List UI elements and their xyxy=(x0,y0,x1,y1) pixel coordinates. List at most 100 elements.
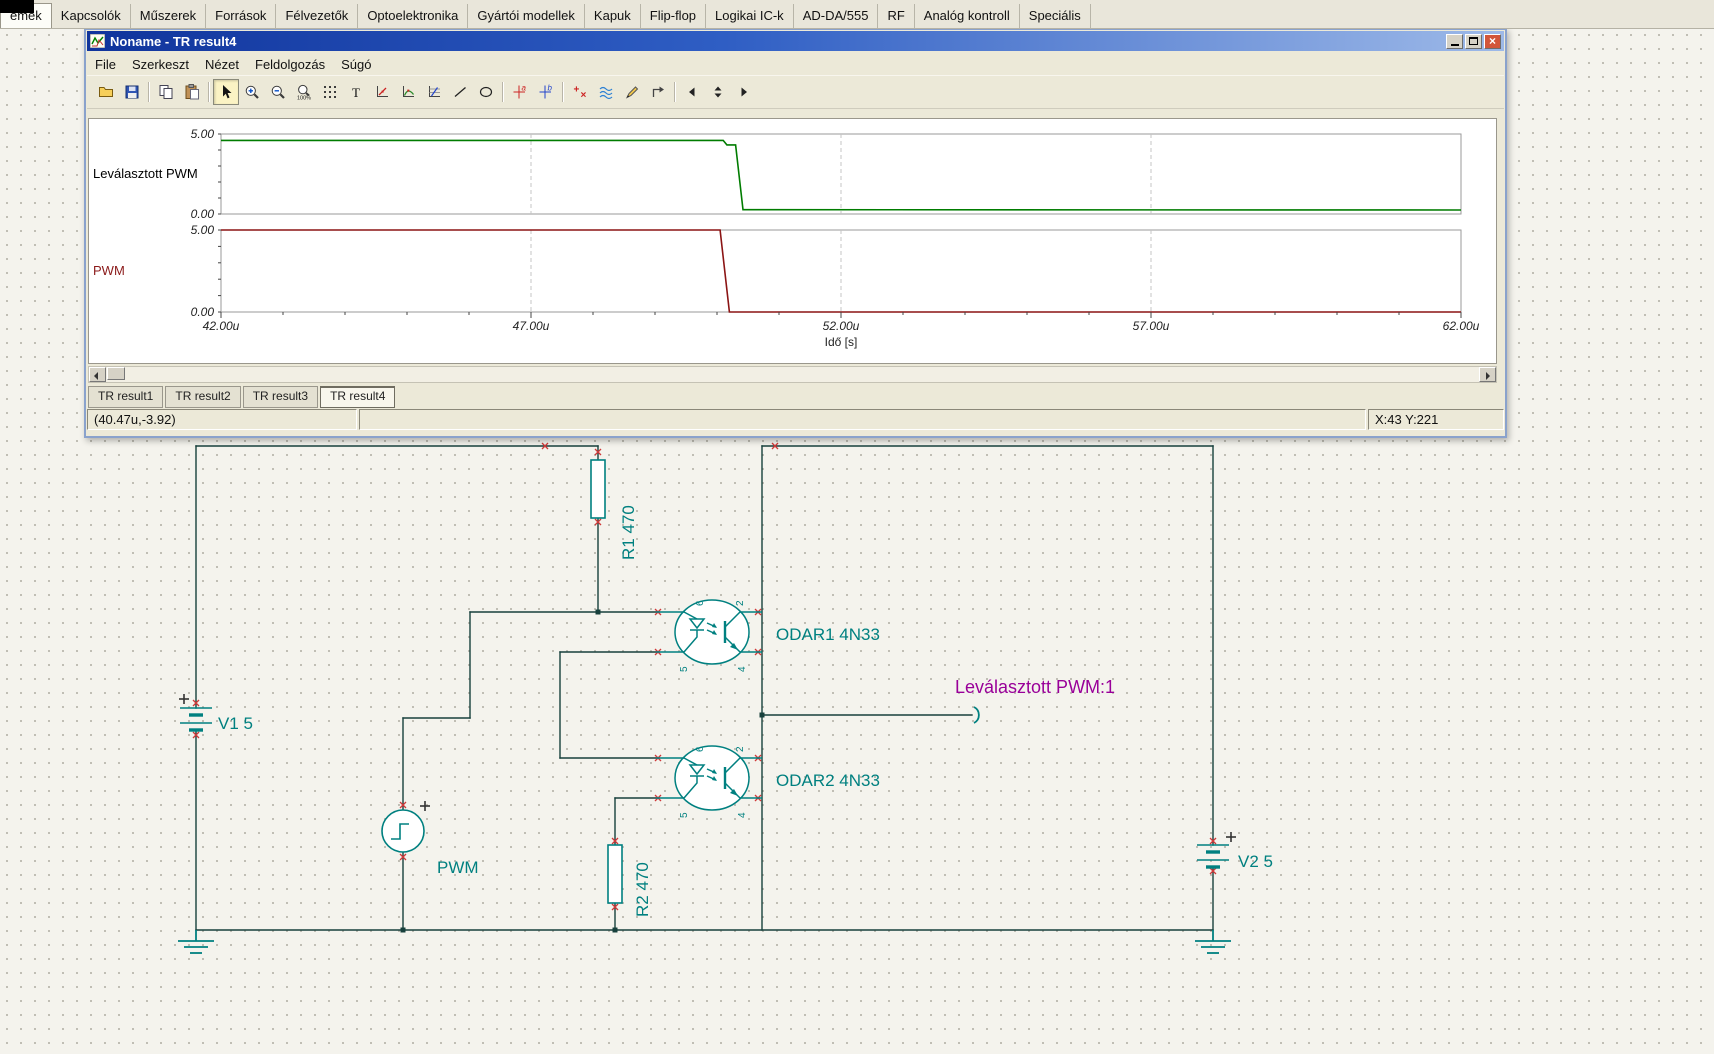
line-tool-button[interactable] xyxy=(447,79,473,105)
label-odar1[interactable]: ODAR1 4N33 xyxy=(776,625,880,644)
axis-tool-c-button[interactable] xyxy=(421,79,447,105)
component-r1[interactable] xyxy=(590,459,606,519)
spinner-icon xyxy=(714,86,722,98)
label-r2[interactable]: R2 470 xyxy=(633,862,652,917)
toolbar-separator xyxy=(671,80,679,104)
component-v2[interactable] xyxy=(1197,844,1229,869)
category-tab-kapcsolok[interactable]: Kapcsolók xyxy=(51,4,131,28)
category-tab-forrasok[interactable]: Források xyxy=(206,4,277,28)
text-tool-button[interactable]: T xyxy=(343,79,369,105)
marker-button[interactable]: + × xyxy=(567,79,593,105)
plot-frame xyxy=(220,229,1462,313)
copy-button[interactable] xyxy=(153,79,179,105)
label-pwm[interactable]: PWM xyxy=(437,858,479,877)
polarity-plus xyxy=(1226,832,1236,842)
zoom-100-button[interactable]: 100% xyxy=(291,79,317,105)
label-v2[interactable]: V2 5 xyxy=(1238,852,1273,871)
menu-feldolgozas[interactable]: Feldolgozás xyxy=(247,55,333,74)
save-icon xyxy=(125,85,139,99)
toolbar: 100% Ta b + × xyxy=(87,75,1504,109)
cursor-a-icon: a xyxy=(513,84,527,99)
close-button[interactable]: × xyxy=(1484,33,1501,49)
result-tab-tr-result2[interactable]: TR result2 xyxy=(165,386,241,408)
prev-page-button[interactable] xyxy=(679,79,705,105)
component-v1[interactable] xyxy=(180,707,212,732)
category-tab-rf[interactable]: RF xyxy=(878,4,915,28)
category-tab-muszerek[interactable]: Műszerek xyxy=(130,4,207,28)
pin-number: 6 xyxy=(695,600,706,606)
window-titlebar[interactable]: Noname - TR result4 × xyxy=(87,31,1504,51)
polarity-plus xyxy=(179,694,189,704)
zoom-in-button[interactable] xyxy=(239,79,265,105)
menu-szerkeszt[interactable]: Szerkeszt xyxy=(124,55,197,74)
axis-b-icon xyxy=(403,86,415,97)
open-icon xyxy=(99,87,113,97)
scroll-track[interactable] xyxy=(106,367,1479,382)
label-r1[interactable]: R1 470 xyxy=(619,505,638,560)
category-tab-kapuk[interactable]: Kapuk xyxy=(584,4,641,28)
result-tab-tr-result1[interactable]: TR result1 xyxy=(88,386,164,408)
maximize-button[interactable] xyxy=(1465,33,1482,49)
save-button[interactable] xyxy=(119,79,145,105)
component-ground-right[interactable] xyxy=(1195,930,1231,954)
category-tab-logikai-ic-k[interactable]: Logikai IC-k xyxy=(706,4,794,28)
page-spinner-button[interactable] xyxy=(705,79,731,105)
cursor-icon xyxy=(223,85,232,99)
category-tab-specialis[interactable]: Speciális xyxy=(1019,4,1091,28)
axis-tool-b-button[interactable] xyxy=(395,79,421,105)
scroll-right-button[interactable] xyxy=(1479,367,1496,382)
y-tick-label: 5.00 xyxy=(191,223,215,237)
zoom-out-button[interactable] xyxy=(265,79,291,105)
grid-toggle-button[interactable] xyxy=(317,79,343,105)
toolbar-separator xyxy=(559,80,567,104)
svg-text:T: T xyxy=(352,85,360,100)
result-tab-tr-result4[interactable]: TR result4 xyxy=(320,386,396,408)
polarity-plus xyxy=(420,801,430,811)
next-page-button[interactable] xyxy=(731,79,757,105)
screen-corner xyxy=(0,0,34,13)
scroll-left-button[interactable] xyxy=(89,367,106,382)
open-button[interactable] xyxy=(93,79,119,105)
minimize-button[interactable] xyxy=(1446,33,1463,49)
window-controls: × xyxy=(1446,33,1501,49)
result-tab-tr-result3[interactable]: TR result3 xyxy=(242,386,319,408)
component-odar2[interactable] xyxy=(656,745,762,811)
category-tab-gyartoi-modellek[interactable]: Gyártói modellek xyxy=(468,4,585,28)
component-r2[interactable] xyxy=(607,844,623,904)
scroll-thumb[interactable] xyxy=(107,367,125,380)
trace-label: PWM xyxy=(93,263,125,278)
menu-file[interactable]: File xyxy=(87,55,124,74)
svg-text:a: a xyxy=(522,84,527,93)
ellipse-tool-button[interactable] xyxy=(473,79,499,105)
corner-arrow-button[interactable] xyxy=(645,79,671,105)
interpolate-button[interactable] xyxy=(593,79,619,105)
category-tab-felvezetok[interactable]: Félvezetők xyxy=(276,4,359,28)
chart-panel: 5.00 0.00 Leválasztott PWM 5.00 0.00 PWM 42.00… xyxy=(88,118,1497,364)
tr-result-window: Noname - TR result4 × File Szerkeszt Nézet… xyxy=(84,28,1507,438)
output-terminal[interactable] xyxy=(973,706,980,724)
category-tabs: emek Kapcsolók Műszerek Források Félvezetők O… xyxy=(0,0,1091,28)
cursor-b-button[interactable]: b xyxy=(533,79,559,105)
select-tool-button[interactable] xyxy=(213,79,239,105)
category-tab-ad-da-555[interactable]: AD-DA/555 xyxy=(793,4,879,28)
category-tab-optoelektronika[interactable]: Optoelektronika xyxy=(358,4,469,28)
chart-hscrollbar[interactable] xyxy=(88,366,1497,383)
axis-tool-a-button[interactable] xyxy=(369,79,395,105)
component-odar1[interactable] xyxy=(656,599,762,665)
label-output[interactable]: Leválasztott PWM:1 xyxy=(955,677,1115,697)
label-odar2[interactable]: ODAR2 4N33 xyxy=(776,771,880,790)
pen-button[interactable] xyxy=(619,79,645,105)
cursor-a-button[interactable]: a xyxy=(507,79,533,105)
label-v1[interactable]: V1 5 xyxy=(218,714,253,733)
menu-nezet[interactable]: Nézet xyxy=(197,55,247,74)
toolbar-separator xyxy=(499,80,507,104)
chart-canvas[interactable]: 5.00 0.00 Leválasztott PWM 5.00 0.00 PWM 42.00… xyxy=(89,119,1494,361)
status-spacer xyxy=(359,409,1366,430)
component-ground-left[interactable] xyxy=(178,930,214,954)
category-tab-flip-flop[interactable]: Flip-flop xyxy=(640,4,707,28)
component-pwm-source[interactable] xyxy=(381,809,425,853)
paste-button[interactable] xyxy=(179,79,205,105)
category-tab-analog-kontroll[interactable]: Analóg kontroll xyxy=(914,4,1020,28)
junction-dot xyxy=(595,609,601,615)
menu-sugo[interactable]: Súgó xyxy=(333,55,379,74)
